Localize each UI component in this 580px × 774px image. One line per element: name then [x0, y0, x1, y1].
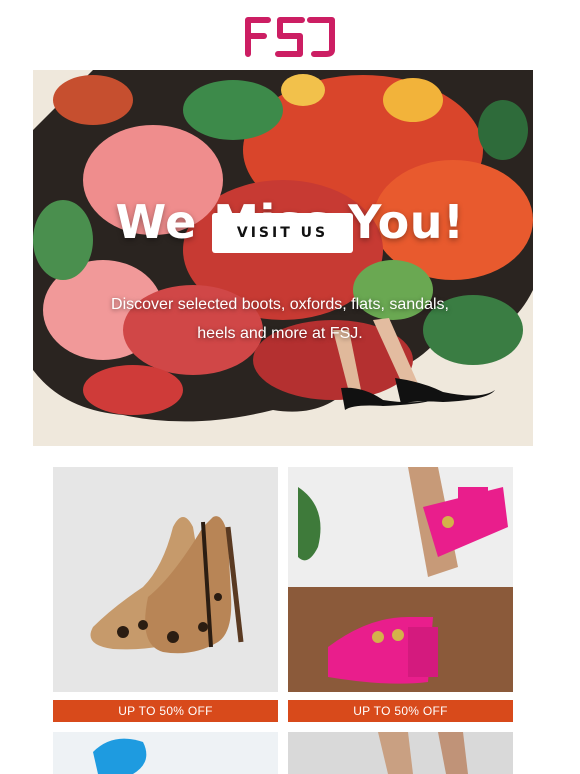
blue-heels-image	[53, 732, 278, 774]
leopard-sandals-image	[53, 467, 278, 692]
hero-description: Discover selected boots, oxfords, flats,…	[90, 290, 470, 348]
pink-mules-image	[288, 467, 513, 692]
hero-description-line2: heels and more at FSJ.	[197, 325, 363, 342]
sale-badge-2[interactable]: UP TO 50% OFF	[288, 700, 513, 722]
hero-description-line1: Discover selected boots, oxfords, flats,…	[111, 296, 449, 313]
product-legs-heels[interactable]	[288, 732, 513, 774]
hero-banner[interactable]: We Miss You! VISIT US Discover selected …	[33, 70, 533, 446]
brand-logo[interactable]	[0, 10, 580, 62]
sale-badge-1[interactable]: UP TO 50% OFF	[53, 700, 278, 722]
floral-dress-image	[33, 70, 533, 446]
visit-us-button[interactable]: VISIT US	[212, 213, 353, 253]
product-blue-heels[interactable]	[53, 732, 278, 774]
fsj-logo-mark	[245, 17, 335, 57]
product-pink-mules[interactable]	[288, 467, 513, 692]
product-leopard-sandals[interactable]	[53, 467, 278, 692]
legs-heels-image	[288, 732, 513, 774]
